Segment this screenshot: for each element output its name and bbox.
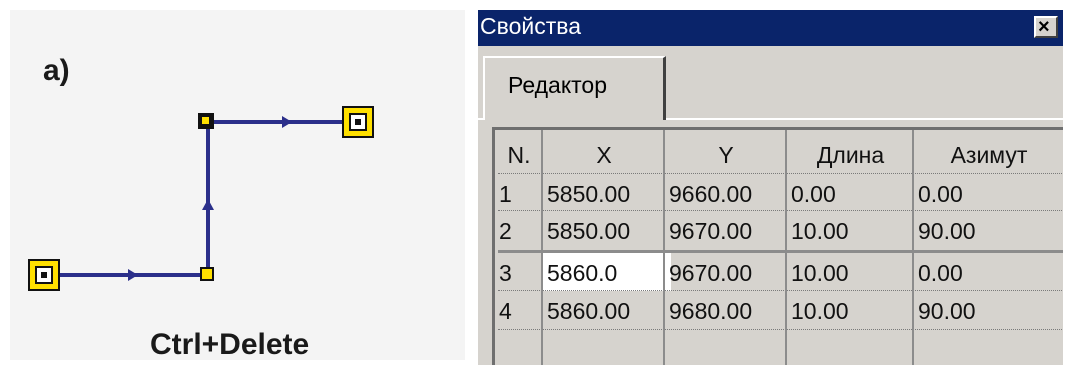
close-icon: × xyxy=(1038,16,1050,38)
grid-cell[interactable]: 90.00 xyxy=(914,213,1063,249)
column-header[interactable]: Длина xyxy=(787,137,914,173)
column-header[interactable]: Y xyxy=(665,137,787,173)
row-separator xyxy=(498,173,1063,174)
grid-cell[interactable]: 5850.00 xyxy=(543,176,665,212)
grid-cell[interactable]: 10.00 xyxy=(787,293,914,329)
start-vertex-marker[interactable] xyxy=(28,259,60,291)
window-title: Свойства xyxy=(480,13,581,39)
grid-cell[interactable]: 0.00 xyxy=(914,255,1063,291)
grid-cell[interactable]: 5850.00 xyxy=(543,213,665,249)
tab-editor[interactable]: Редактор xyxy=(483,56,666,120)
vertex-grid[interactable]: N. X Y Длина Азимут 1 5850.00 9660.00 0.00 0.00 2 5… xyxy=(492,127,1063,365)
polyline-canvas xyxy=(28,106,374,291)
column-header[interactable]: Азимут xyxy=(914,137,1063,173)
row-number-cell[interactable]: 2 xyxy=(495,213,543,249)
grid-cell[interactable]: 5860.00 xyxy=(543,293,665,329)
arrow-right-icon xyxy=(128,269,138,281)
grid-cell[interactable]: 90.00 xyxy=(914,293,1063,329)
grid-cell[interactable]: 0.00 xyxy=(914,176,1063,212)
arrow-up-icon xyxy=(202,199,214,210)
column-header[interactable]: N. xyxy=(495,137,543,173)
row-number-cell[interactable]: 4 xyxy=(495,293,543,329)
row-separator xyxy=(498,329,1063,330)
grid-cell[interactable]: 5860.0 xyxy=(543,255,665,291)
arrow-right-icon xyxy=(282,116,292,128)
selected-vertex-marker[interactable] xyxy=(198,113,214,129)
close-button[interactable]: × xyxy=(1034,16,1058,38)
grid-cell[interactable]: 10.00 xyxy=(787,213,914,249)
bend-vertex-marker[interactable] xyxy=(200,267,214,281)
row-separator xyxy=(498,251,1063,253)
figure-panel: а) Ctrl+Delete xyxy=(10,10,465,361)
column-header[interactable]: X xyxy=(543,137,665,173)
title-bar[interactable]: Свойства × xyxy=(478,10,1063,46)
shortcut-label: Ctrl+Delete xyxy=(150,328,310,361)
grid-cell[interactable]: 9670.00 xyxy=(665,255,787,291)
grid-cell[interactable]: 9680.00 xyxy=(665,293,787,329)
grid-cell[interactable]: 10.00 xyxy=(787,255,914,291)
grid-cell[interactable]: 9670.00 xyxy=(665,213,787,249)
row-number-cell[interactable]: 3 xyxy=(495,255,543,291)
grid-cell[interactable]: 9660.00 xyxy=(665,176,787,212)
grid-cell[interactable]: 0.00 xyxy=(787,176,914,212)
end-vertex-marker[interactable] xyxy=(342,106,374,138)
properties-window: Свойства × Редактор N. X Y Длина Азимут 1 5850… xyxy=(478,10,1063,365)
tab-label: Редактор xyxy=(508,72,608,98)
row-number-cell[interactable]: 1 xyxy=(495,176,543,212)
